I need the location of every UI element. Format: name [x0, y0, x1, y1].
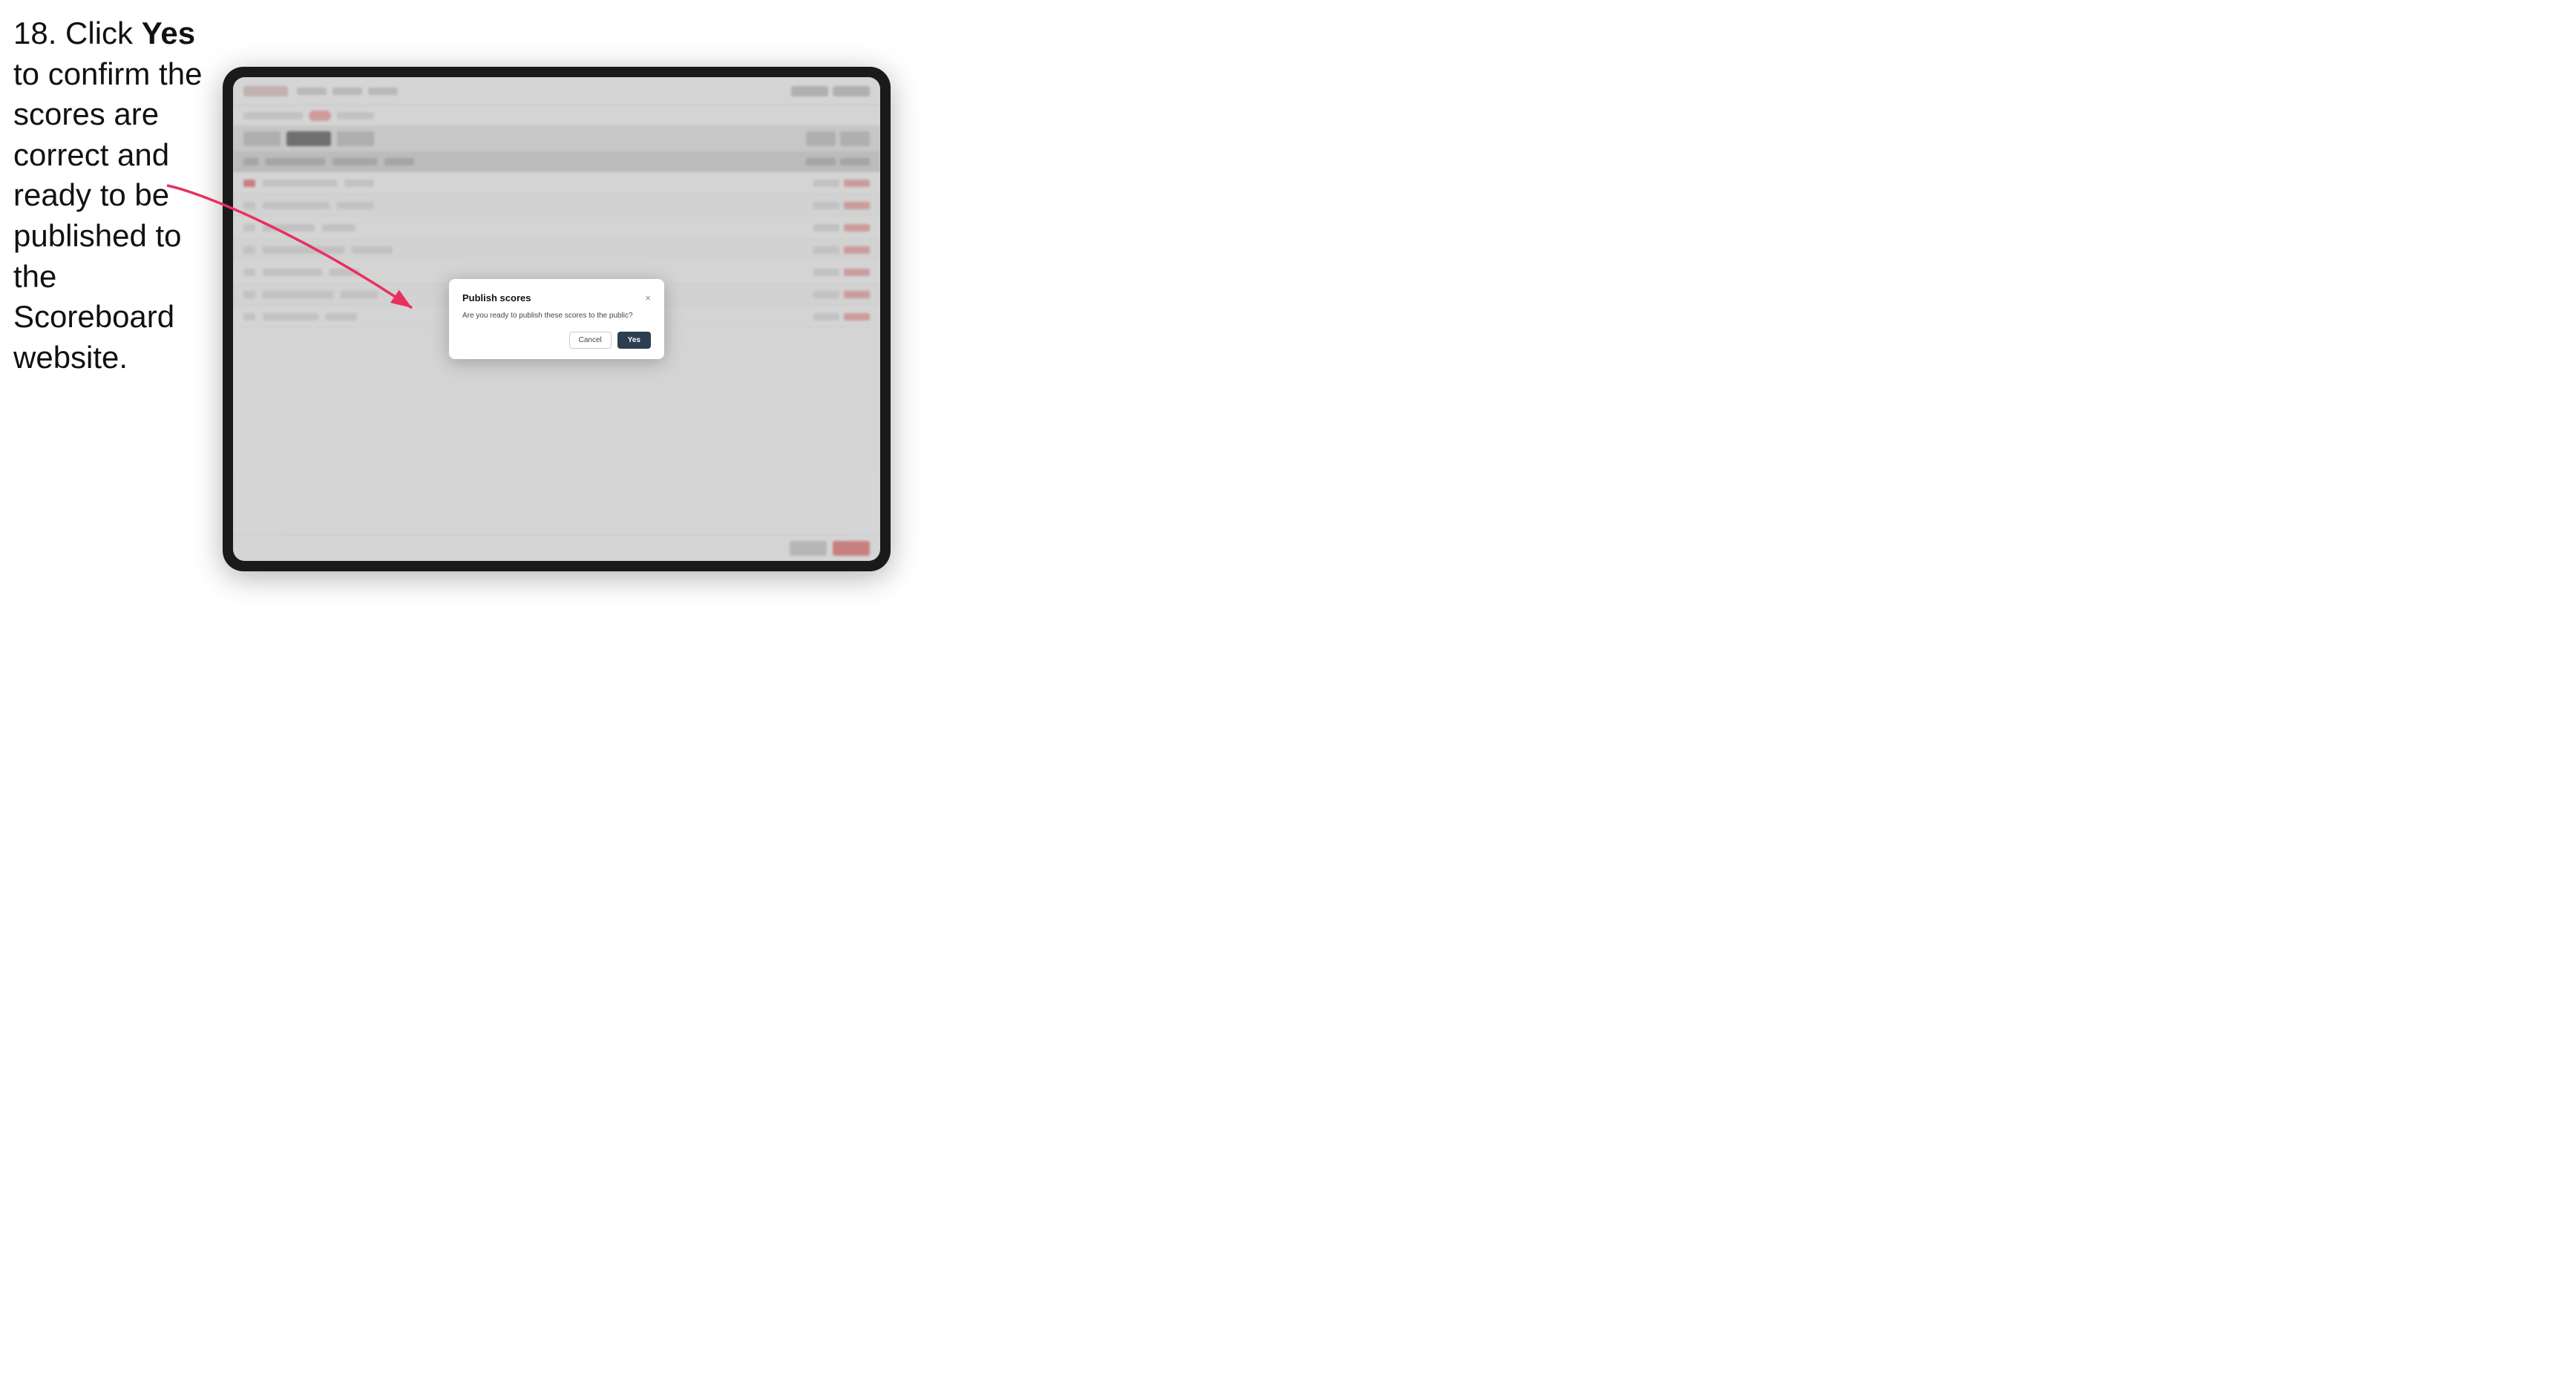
tablet-screen: Publish scores × Are you ready to publis…: [233, 77, 880, 561]
tablet-device: Publish scores × Are you ready to publis…: [223, 67, 891, 571]
publish-scores-dialog: Publish scores × Are you ready to publis…: [449, 279, 664, 359]
instruction-text: 18. Click Yes to confirm the scores are …: [13, 13, 221, 378]
modal-body-text: Are you ready to publish these scores to…: [462, 311, 651, 321]
modal-close-button[interactable]: ×: [645, 293, 651, 303]
modal-title: Publish scores: [462, 292, 531, 303]
modal-actions: Cancel Yes: [462, 332, 651, 349]
yes-button[interactable]: Yes: [617, 332, 651, 349]
cancel-button[interactable]: Cancel: [569, 332, 612, 349]
yes-emphasis: Yes: [142, 16, 195, 50]
step-number: 18.: [13, 16, 56, 50]
modal-overlay: Publish scores × Are you ready to publis…: [233, 77, 880, 561]
